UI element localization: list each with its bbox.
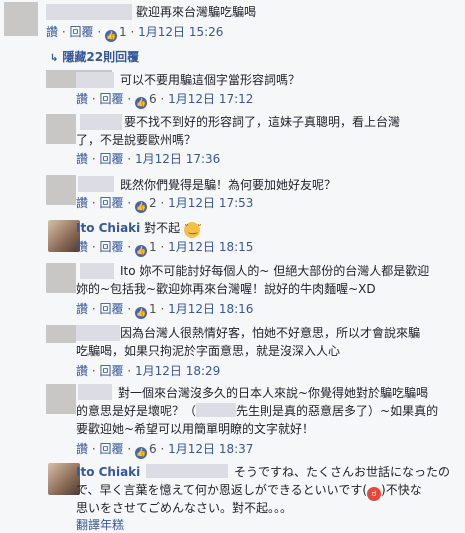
comment-timestamp[interactable]: 1月12日 17:36 bbox=[135, 152, 220, 166]
comment-actions: 讚 · 回覆 · 👍 1 · 1月12日 15:26 bbox=[46, 25, 224, 42]
like-button[interactable]: 讚 bbox=[76, 364, 88, 378]
like-button[interactable]: 讚 bbox=[76, 240, 88, 254]
comment-text-line2: 妳的~包括我~歡迎妳再來台灣喔！說好的牛肉麵喔~XD bbox=[76, 282, 376, 296]
comment-text: 對不起 bbox=[144, 221, 181, 235]
avatar[interactable] bbox=[46, 175, 76, 205]
commenter-name[interactable] bbox=[76, 325, 120, 341]
like-button[interactable]: 讚 bbox=[76, 302, 88, 316]
commenter-name[interactable]: Ito Chiaki bbox=[76, 221, 140, 235]
comment-timestamp[interactable]: 1月12日 17:53 bbox=[168, 196, 253, 210]
like-count[interactable]: 6 bbox=[149, 92, 157, 106]
avatar[interactable] bbox=[46, 114, 76, 144]
avatar[interactable] bbox=[46, 384, 76, 414]
thumbs-up-icon: 👍 bbox=[135, 307, 147, 319]
comment-body: Ito Chiaki 對不起 ˘‿˘ bbox=[76, 219, 202, 238]
comment-timestamp[interactable]: 1月12日 17:12 bbox=[168, 92, 253, 106]
commenter-name[interactable] bbox=[80, 263, 114, 279]
like-count[interactable]: 1 bbox=[149, 240, 157, 254]
comment-body: Ito Chiaki そうですね、たくさんお世話になったの bbox=[76, 463, 450, 481]
translate-link[interactable]: 翻譯年糕 bbox=[76, 517, 124, 533]
reply-button[interactable]: 回覆 bbox=[100, 240, 124, 254]
comment-actions: 讚 · 回覆 · 1月12日 17:36 bbox=[76, 152, 221, 166]
comment-text-line3: 思いをさせてごめんなさい。對不起。。。 bbox=[76, 501, 293, 515]
comment-timestamp[interactable]: 1月12日 18:29 bbox=[135, 364, 220, 378]
hidden-replies-link[interactable]: ↳ 隱藏22則回覆 bbox=[50, 49, 139, 67]
like-count[interactable]: 2 bbox=[149, 196, 157, 210]
avatar[interactable] bbox=[46, 325, 76, 343]
comment-actions: 讚 · 回覆 · 👍 2 · 1月12日 17:53 bbox=[76, 196, 254, 213]
reply-button[interactable]: 回覆 bbox=[100, 152, 124, 166]
like-button[interactable]: 讚 bbox=[46, 25, 58, 39]
thumbs-up-icon: 👍 bbox=[135, 97, 147, 109]
commenter-name[interactable]: Ito Chiaki bbox=[76, 465, 140, 479]
comment-timestamp[interactable]: 1月12日 18:16 bbox=[168, 302, 253, 316]
mentioned-name bbox=[146, 464, 229, 478]
commenter-name[interactable] bbox=[46, 4, 132, 20]
like-button[interactable]: 讚 bbox=[76, 92, 88, 106]
avatar[interactable] bbox=[4, 2, 38, 36]
thumbs-up-icon: 👍 bbox=[135, 245, 147, 257]
comment-text: 既然你們覺得是騙！為何要加她好友呢？ bbox=[120, 178, 337, 192]
like-count[interactable]: 1 bbox=[149, 302, 157, 316]
reply-button[interactable]: 回覆 bbox=[100, 92, 124, 106]
comment-text-line2: で、早く言葉を憶えて何か恩返しができるといいです(ಠ)不快な bbox=[76, 483, 422, 501]
reply-button[interactable]: 回覆 bbox=[100, 302, 124, 316]
reply-button[interactable]: 回覆 bbox=[100, 442, 124, 456]
reply-button[interactable]: 回覆 bbox=[100, 364, 124, 378]
comment-text: そうですね、たくさんお世話になったの bbox=[233, 465, 450, 479]
like-button[interactable]: 讚 bbox=[76, 442, 88, 456]
comment-timestamp[interactable]: 1月12日 18:37 bbox=[168, 442, 253, 456]
commenter-name[interactable] bbox=[76, 72, 114, 88]
comment-text-line2: 吃騙喝，如果只拘泥於字面意思，就是沒深入人心 bbox=[76, 344, 341, 358]
comment-text: 要不找不到好的形容詞了，這妹子真聰明，看上台灣 bbox=[124, 115, 401, 129]
comment-actions: 讚 · 回覆 · 👍 1 · 1月12日 18:15 bbox=[76, 240, 254, 257]
relieved-face-icon: ˘‿˘ bbox=[183, 222, 202, 238]
redacted-name bbox=[196, 403, 237, 417]
like-button[interactable]: 讚 bbox=[76, 152, 88, 166]
comment-text-line3: 要歡迎她~希望可以用簡單明瞭的文字就好！ bbox=[76, 422, 315, 436]
like-count[interactable]: 1 bbox=[119, 25, 127, 39]
thumbs-up-icon: 👍 bbox=[135, 201, 147, 213]
commenter-name[interactable] bbox=[78, 384, 112, 400]
thumbs-up-icon: 👍 bbox=[135, 447, 147, 459]
comment-text: 因為台灣人很熱情好客，怕她不好意思，所以才會說來騙 bbox=[120, 326, 421, 340]
comment-text: 歡迎再來台灣騙吃騙喝 bbox=[136, 5, 257, 19]
comment-actions: 讚 · 回覆 · 👍 6 · 1月12日 17:12 bbox=[76, 92, 254, 109]
thumbs-up-icon: 👍 bbox=[105, 30, 117, 42]
like-count[interactable]: 6 bbox=[149, 442, 157, 456]
reply-button[interactable]: 回覆 bbox=[70, 25, 94, 39]
comment-text: 對一個來台灣沒多久的日本人來說~你覺得她對於騙吃騙喝 bbox=[118, 386, 429, 400]
commenter-name[interactable] bbox=[78, 176, 114, 192]
avatar[interactable] bbox=[46, 263, 76, 293]
comment-actions: 讚 · 回覆 · 👍 1 · 1月12日 18:16 bbox=[76, 302, 254, 319]
comment-text: Ito 妳不可能討好每個人的~ 但絕大部份的台灣人都是歡迎 bbox=[120, 264, 430, 278]
like-button[interactable]: 讚 bbox=[76, 196, 88, 210]
comment-timestamp[interactable]: 1月12日 15:26 bbox=[138, 25, 223, 39]
comment-actions: 讚 · 回覆 · 👍 6 · 1月12日 18:37 bbox=[76, 442, 254, 459]
reply-button[interactable]: 回覆 bbox=[100, 196, 124, 210]
commenter-name[interactable] bbox=[80, 114, 122, 130]
comment-text: 可以不要用騙這個字當形容詞嗎？ bbox=[120, 73, 301, 87]
comment-actions: 讚 · 回覆 · 1月12日 18:29 bbox=[76, 364, 221, 378]
angry-face-icon: ಠ bbox=[367, 487, 382, 501]
comment-text-line2: 了，不是說要歐州嗎？ bbox=[76, 133, 197, 147]
comment-timestamp[interactable]: 1月12日 18:15 bbox=[168, 240, 253, 254]
collapse-arrow-icon: ↳ bbox=[50, 53, 59, 64]
comment-text-line2: 的意思是好是壞呢？（ 先生則是真的惡意居多了）~如果真的 bbox=[76, 403, 439, 418]
